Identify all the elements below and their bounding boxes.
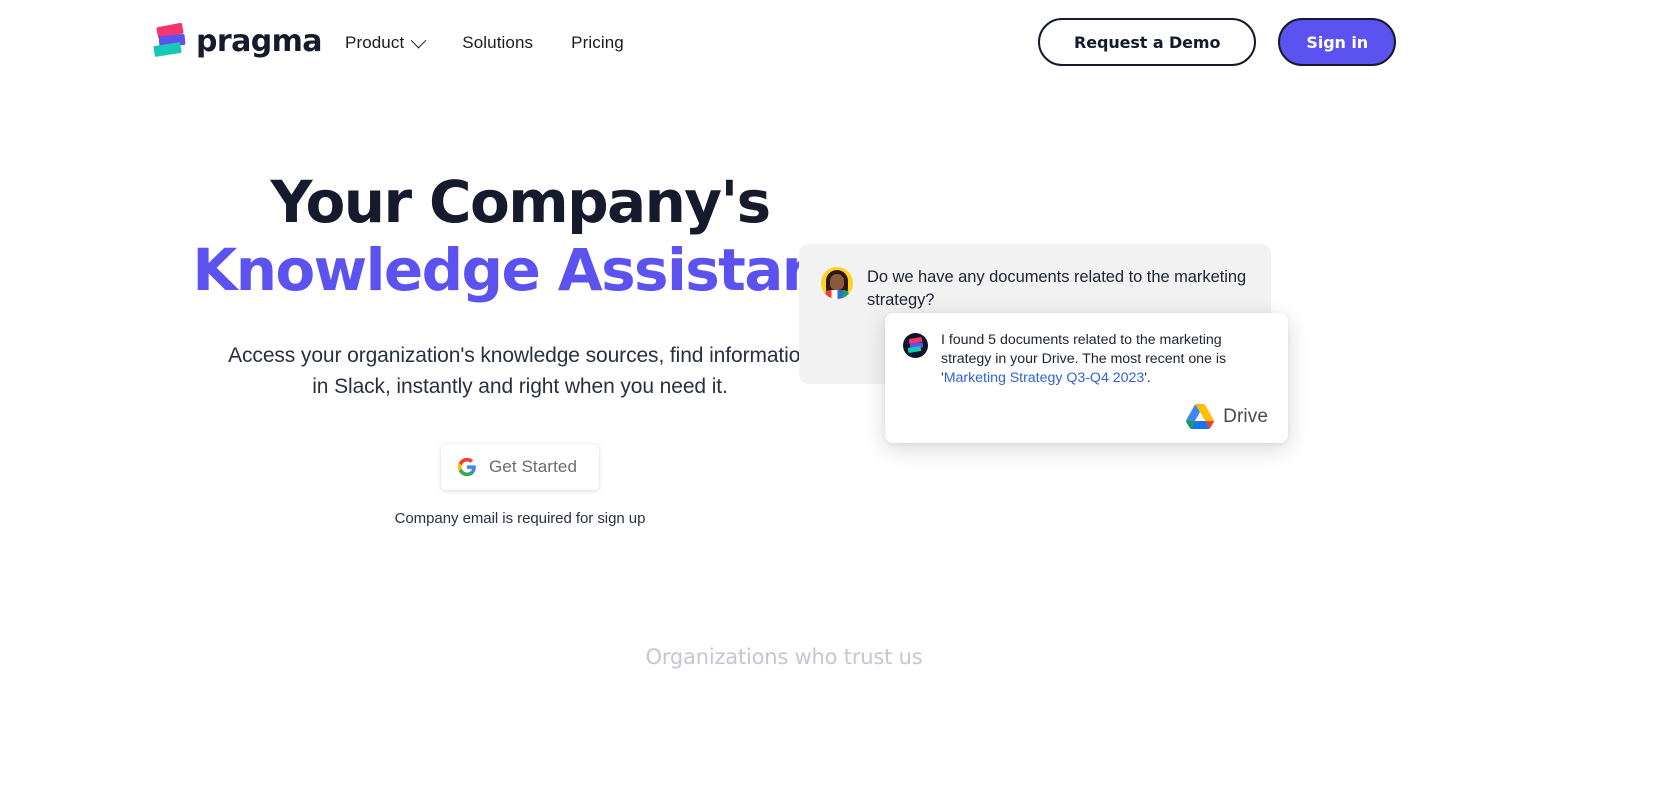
landing-page: pragma Product Solutions Pricing Request… <box>0 0 1568 791</box>
logo-bar-teal-icon <box>153 41 182 58</box>
nav-item-solutions[interactable]: Solutions <box>462 31 533 55</box>
nav-item-solutions-label: Solutions <box>462 33 534 52</box>
avatar-face-shape <box>830 274 844 290</box>
primary-nav: Product Solutions Pricing <box>345 31 624 55</box>
chat-answer-row: I found 5 documents related to the marke… <box>903 331 1268 388</box>
pragma-logo-icon <box>152 22 186 61</box>
hero-section: Your Company's Knowledge Assistant Acces… <box>170 170 870 527</box>
hero-title-line-1: Your Company's <box>270 168 771 236</box>
site-header: pragma Product Solutions Pricing Request… <box>0 0 1568 86</box>
hero-cta-group: Get Started Company email is required fo… <box>170 444 870 527</box>
assistant-avatar <box>903 333 928 358</box>
google-drive-icon <box>1186 404 1215 429</box>
request-demo-button[interactable]: Request a Demo <box>1038 18 1257 66</box>
answer-source-row: Drive <box>903 404 1268 429</box>
get-started-google-button[interactable]: Get Started <box>440 444 600 490</box>
chat-answer-text: I found 5 documents related to the marke… <box>941 331 1268 388</box>
avatar-shirt-shape <box>825 290 849 299</box>
trust-heading: Organizations who trust us <box>645 645 923 669</box>
signup-requirement-note: Company email is required for sign up <box>394 510 646 527</box>
nav-item-product[interactable]: Product <box>345 31 427 55</box>
hero-title-line-2: Knowledge Assistant <box>192 236 849 304</box>
bot-logo-bar-teal-icon <box>907 346 922 353</box>
nav-item-pricing-label: Pricing <box>571 33 624 52</box>
brand-name: pragma <box>196 24 323 59</box>
google-g-icon <box>457 457 476 477</box>
header-actions: Request a Demo Sign in <box>1038 18 1396 66</box>
page-title: Your Company's Knowledge Assistant <box>170 170 870 302</box>
chat-preview: Do we have any documents related to the … <box>799 244 1299 474</box>
nav-item-product-label: Product <box>345 33 405 52</box>
hero-subtitle: Access your organization's knowledge sou… <box>228 344 812 398</box>
get-started-label: Get Started <box>488 457 578 476</box>
nav-item-pricing[interactable]: Pricing <box>571 31 624 55</box>
answer-source-label: Drive <box>1223 405 1268 427</box>
sign-in-button[interactable]: Sign in <box>1278 18 1396 66</box>
user-avatar <box>821 267 853 299</box>
chat-question-text: Do we have any documents related to the … <box>867 268 1247 309</box>
document-link[interactable]: Marketing Strategy Q3-Q4 2023 <box>944 370 1145 386</box>
chat-answer-card: I found 5 documents related to the marke… <box>885 313 1288 443</box>
brand-logo-link[interactable]: pragma <box>152 22 323 61</box>
chevron-down-icon <box>411 32 427 48</box>
answer-text-after: '. <box>1144 370 1151 386</box>
